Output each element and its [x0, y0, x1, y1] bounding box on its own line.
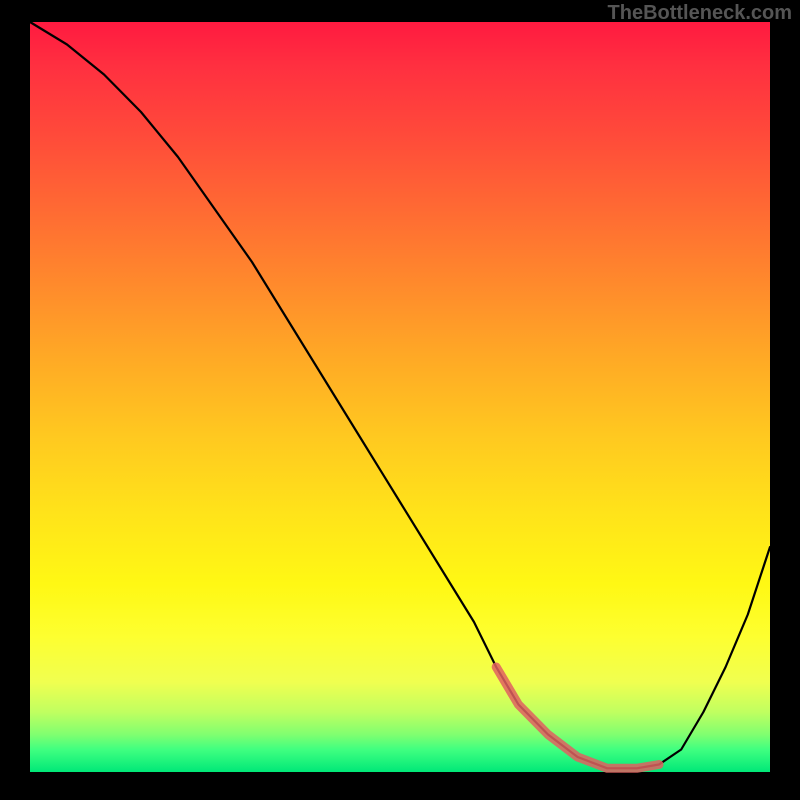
highlight-trough-line — [496, 667, 659, 768]
chart-plot-area — [30, 22, 770, 772]
watermark-text: TheBottleneck.com — [608, 2, 792, 25]
chart-svg — [30, 22, 770, 772]
bottleneck-curve-line — [30, 22, 770, 768]
